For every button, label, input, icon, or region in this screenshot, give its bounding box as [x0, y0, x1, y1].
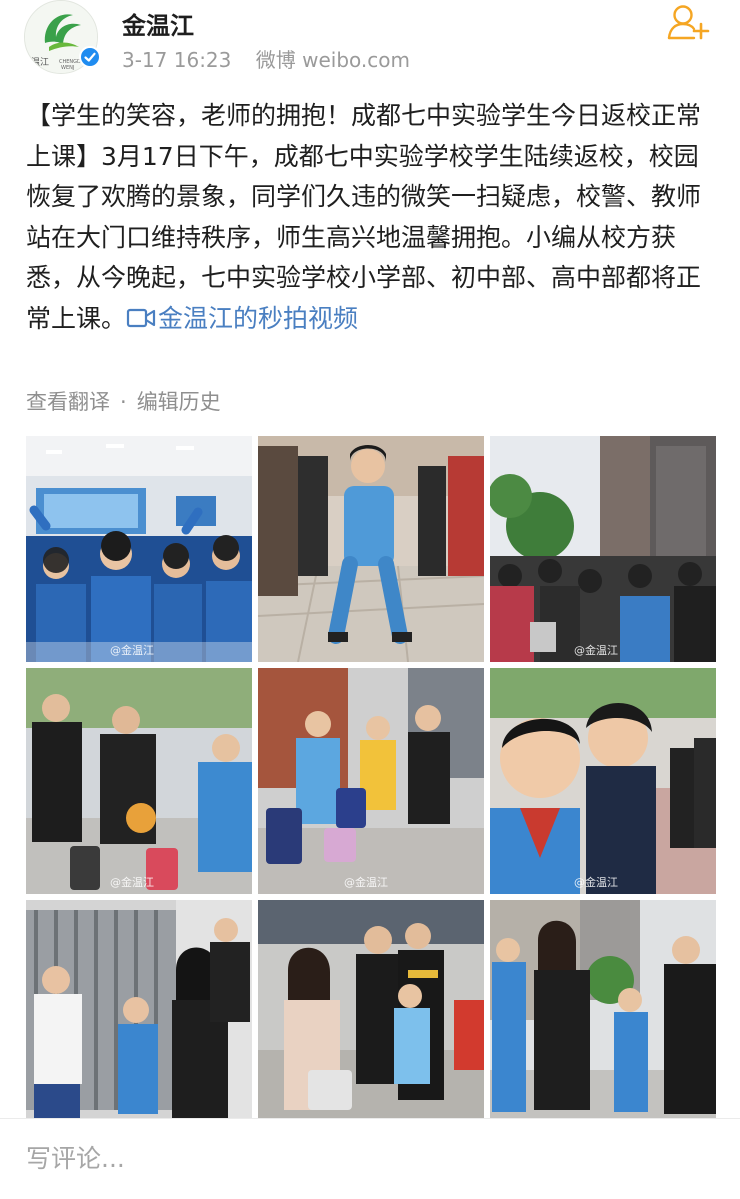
teachers-walking-with-boys-photo[interactable]	[490, 900, 716, 1126]
follow-button[interactable]	[666, 2, 710, 42]
students-with-suitcases-photo[interactable]: @金温江	[258, 668, 484, 894]
classroom-cheering-students-photo[interactable]: @金温江	[26, 436, 252, 662]
teacher-hugging-boy-photo[interactable]: @金温江	[490, 668, 716, 894]
photo-watermark: @金温江	[574, 644, 618, 657]
user-name[interactable]: 金温江	[122, 6, 194, 41]
translate-link[interactable]: 查看翻译	[26, 390, 110, 414]
photo-watermark: @金温江	[574, 876, 618, 889]
photo-grid: @金温江 @金温江 @金温江 @金温江 @金温江	[26, 436, 716, 1126]
smiling-girl-walking-photo[interactable]	[258, 436, 484, 662]
verified-badge-icon	[79, 46, 101, 68]
police-guarding-entrance-photo[interactable]	[258, 900, 484, 1126]
post-header: 温江 CHENGDU WENJ 金温江 3-17 16:23 微博 weibo.…	[0, 0, 740, 80]
svg-text:WENJ: WENJ	[61, 65, 74, 71]
edit-history-link[interactable]: 编辑历史	[137, 390, 221, 414]
post-source: 微博 weibo.com	[255, 48, 410, 72]
photo-watermark: @金温江	[110, 644, 154, 657]
comment-bar: 写评论...	[0, 1119, 740, 1199]
separator-dot: ·	[120, 390, 127, 414]
post-body: 【学生的笑容，老师的拥抱！成都七中实验学生今日返校正常上课】3月17日下午，成都…	[26, 96, 716, 339]
svg-text:温江: 温江	[31, 57, 49, 68]
photo-watermark: @金温江	[110, 876, 154, 889]
video-link-label: 金温江的秒拍视频	[158, 303, 359, 333]
post-meta: 3-17 16:23 微博 weibo.com	[122, 44, 428, 73]
post-sub-actions: 查看翻译 · 编辑历史	[26, 386, 221, 416]
photo-watermark: @金温江	[344, 876, 388, 889]
comment-input[interactable]: 写评论...	[26, 1139, 125, 1175]
teacher-greeting-students-luggage-photo[interactable]: @金温江	[26, 668, 252, 894]
teachers-welcoming-at-gate-photo[interactable]	[26, 900, 252, 1126]
post-timestamp: 3-17 16:23	[122, 48, 232, 72]
school-gate-crowd-photo[interactable]: @金温江	[490, 436, 716, 662]
video-link[interactable]: 金温江的秒拍视频	[126, 304, 358, 333]
video-camera-icon	[126, 306, 156, 330]
post-text: 【学生的笑容，老师的拥抱！成都七中实验学生今日返校正常上课】3月17日下午，成都…	[26, 101, 702, 333]
add-user-icon	[667, 5, 710, 40]
